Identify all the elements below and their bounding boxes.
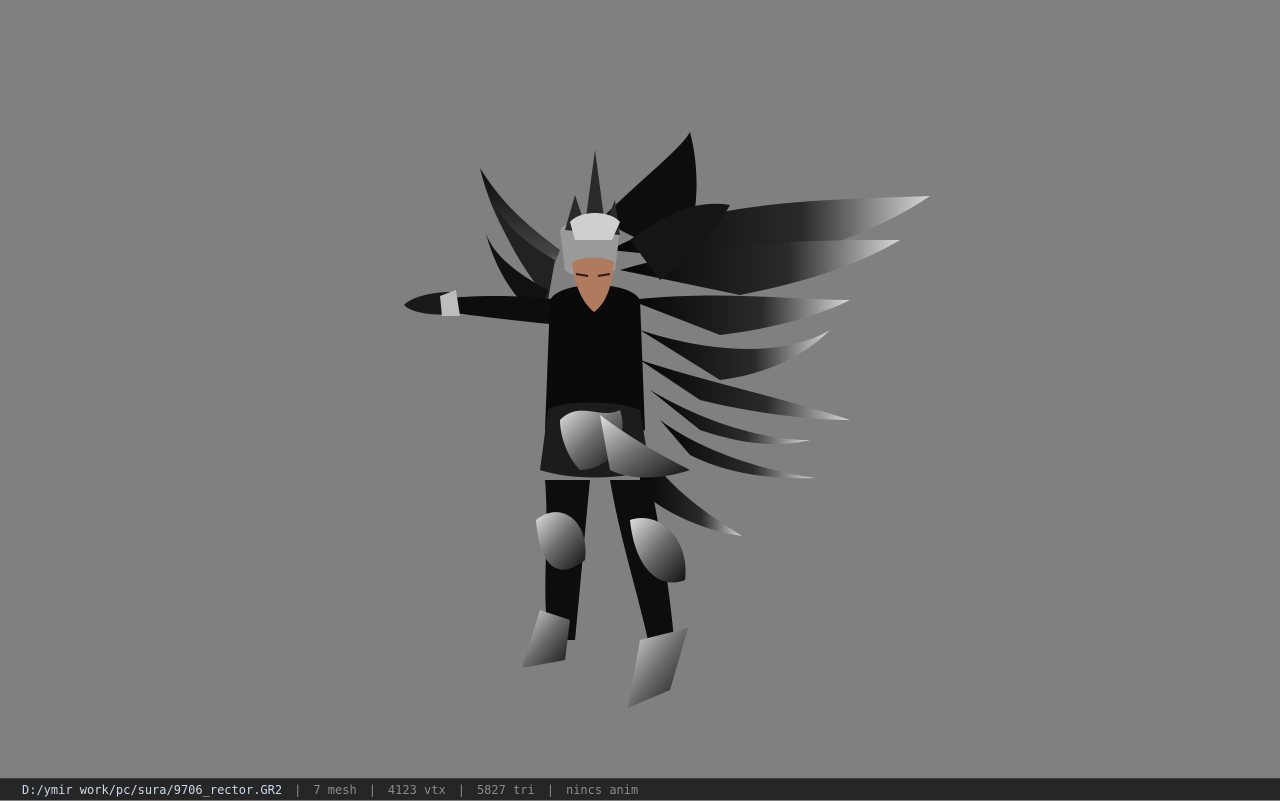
vertex-count: 4123 vtx (387, 783, 446, 797)
separator: | (546, 783, 554, 797)
mesh-count: 7 mesh (313, 783, 357, 797)
triangle-count: 5827 tri (476, 783, 535, 797)
animation-status: nincs anim (565, 783, 639, 797)
separator: | (368, 783, 376, 797)
character-model[interactable] (0, 0, 1280, 778)
3d-viewport[interactable] (0, 0, 1280, 778)
separator: | (294, 783, 302, 797)
separator: | (457, 783, 465, 797)
file-path: D:/ymir work/pc/sura/9706_rector.GR2 (22, 783, 283, 797)
status-bar: D:/ymir work/pc/sura/9706_rector.GR2 | 7 m… (0, 778, 1280, 800)
legs (522, 480, 688, 708)
